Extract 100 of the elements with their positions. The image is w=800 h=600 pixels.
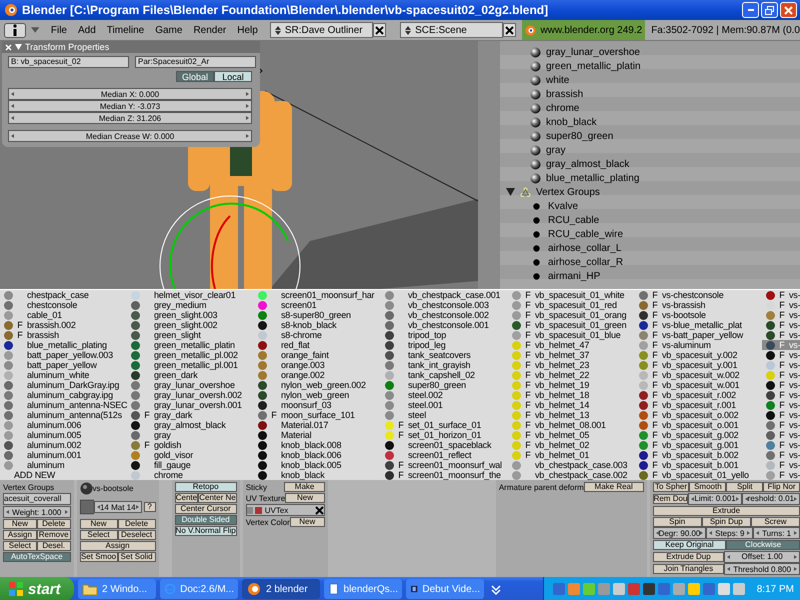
number-field[interactable]: Turns: 1: [753, 527, 800, 540]
button[interactable]: Set Solid: [118, 552, 156, 562]
menu-item[interactable]: F screen01_moonsurf_wal: [381, 460, 508, 470]
number-field[interactable]: 14 Mat 14: [94, 501, 142, 513]
toggle-button[interactable]: Local: [214, 71, 252, 82]
menu-item[interactable]: F vb_helmet_01: [508, 450, 635, 460]
menu-item[interactable]: F vb_helmet_02: [508, 440, 635, 450]
button[interactable]: Delete: [36, 519, 71, 529]
menu-item[interactable]: F vb_helmet_37: [508, 350, 635, 360]
menu-item[interactable]: tripod_top: [381, 330, 508, 340]
menu-item[interactable]: F vb_helmet_14: [508, 400, 635, 410]
outliner-item[interactable]: gray_lunar_overshoe: [546, 46, 640, 58]
crease-field[interactable]: Median Crease W: 0.000: [8, 130, 252, 142]
button[interactable]: Rem Dou: [652, 494, 688, 504]
number-field[interactable]: Threshold 0.800: [724, 563, 800, 576]
menu-item[interactable]: F vb_helmet_23: [508, 360, 635, 370]
menu-item[interactable]: vb_chestconsole.001: [381, 320, 508, 330]
menu-item[interactable]: F goldish: [127, 440, 254, 450]
menu-item[interactable]: green_metallic_pl.001: [127, 360, 254, 370]
button[interactable]: Remove: [36, 530, 71, 540]
menu-item[interactable]: F brassish: [0, 330, 127, 340]
button[interactable]: Make Real: [584, 482, 644, 492]
start-button[interactable]: start: [0, 577, 74, 600]
menu-item[interactable]: green_metallic_platin: [127, 340, 254, 350]
menu-item[interactable]: F vb_helmet_22: [508, 370, 635, 380]
menu-item[interactable]: batt_paper_yellow: [0, 360, 127, 370]
dropdown-field[interactable]: SR:Dave Outliner: [270, 22, 373, 38]
button[interactable]: Spin: [652, 516, 702, 526]
menu-item[interactable]: moonsurf_03: [254, 400, 381, 410]
delete-button[interactable]: [503, 23, 516, 37]
button[interactable]: Split: [726, 482, 764, 492]
button[interactable]: Join Triangles: [652, 564, 724, 574]
menu-item[interactable]: green_slight: [127, 330, 254, 340]
taskbar-button[interactable]: Debut Vide...: [406, 579, 484, 599]
outliner-item[interactable]: chrome: [546, 102, 580, 114]
menu-item[interactable]: F vs-: [762, 420, 800, 430]
menu-item[interactable]: screen01_spaceblack: [381, 440, 508, 450]
menu-item[interactable]: F vb_spacesuit_y.002: [635, 350, 762, 360]
menu-item[interactable]: screen01_moonsurf_har: [254, 290, 381, 300]
menu-item[interactable]: F vb_helmet_13: [508, 410, 635, 420]
outliner-item[interactable]: airhose_collar_L: [548, 242, 622, 254]
menu-item[interactable]: gray_lunar_oversh.002: [127, 390, 254, 400]
menu-item[interactable]: s8-super80_green: [254, 310, 381, 320]
menu-item[interactable]: F vb_spacesuit_w.001: [635, 380, 762, 390]
menu-item[interactable]: green_slight.003: [127, 310, 254, 320]
menu-item[interactable]: F vs-batt_paper_yellow: [635, 330, 762, 340]
number-field[interactable]: reshold: 0.01: [742, 492, 800, 505]
parent-field[interactable]: Par:Spacesuit02_Ar: [135, 56, 256, 68]
menu-item[interactable]: aluminum_cabgray.ipg: [0, 390, 127, 400]
menu-item[interactable]: F vb_spacesuit_01_green: [508, 320, 635, 330]
menu-item[interactable]: chestconsole: [0, 300, 127, 310]
menu-item[interactable]: chestpack_case: [0, 290, 127, 300]
menu-item[interactable]: F set_01_horizon_01: [381, 430, 508, 440]
menu-item[interactable]: fill_gauge: [127, 460, 254, 470]
menu-item[interactable]: F vb_helmet_08.001: [508, 420, 635, 430]
button[interactable]: Extrude Dup: [652, 552, 724, 562]
menu-item[interactable]: helmet_visor_clear01: [127, 290, 254, 300]
menu-item[interactable]: F vb_spacesuit_01_blue: [508, 330, 635, 340]
menu-item[interactable]: F vs-: [762, 330, 800, 340]
button[interactable]: Delete: [118, 519, 156, 529]
menu-item[interactable]: grey_medium: [127, 300, 254, 310]
outliner-item[interactable]: knob_black: [546, 116, 597, 128]
menu-item[interactable]: knob_black.005: [254, 460, 381, 470]
menu-item[interactable]: Material: [254, 430, 381, 440]
menu-item[interactable]: screen01_reflect: [381, 450, 508, 460]
close-button[interactable]: [780, 2, 797, 18]
menu-item[interactable]: F vb_helmet_05: [508, 430, 635, 440]
number-field[interactable]: Steps: 9: [706, 527, 754, 540]
button[interactable]: New: [80, 519, 118, 529]
menu-item[interactable]: chrome: [127, 470, 254, 480]
menu-item[interactable]: super80_green: [381, 380, 508, 390]
outliner-item[interactable]: white: [546, 74, 570, 86]
button[interactable]: Desel.: [36, 541, 71, 551]
outliner-item[interactable]: RCU_cable: [548, 214, 600, 226]
number-field[interactable]: Weight: 1.000: [3, 506, 71, 518]
expand-triangle-down-icon[interactable]: [506, 188, 515, 196]
menu-item[interactable]: gray_almost_black: [127, 420, 254, 430]
menu-item[interactable]: F vb_spacesuit_y.001: [635, 360, 762, 370]
maximize-button[interactable]: [761, 2, 778, 18]
menu-item[interactable]: green_dark: [127, 370, 254, 380]
menu-item[interactable]: batt_paper_yellow.003: [0, 350, 127, 360]
button[interactable]: Screw: [750, 516, 800, 526]
menu-item[interactable]: nylon_web_green: [254, 390, 381, 400]
menu-item[interactable]: F vs-: [762, 310, 800, 320]
menu-item[interactable]: F vb_helmet_18: [508, 390, 635, 400]
button[interactable]: Cente: [174, 493, 198, 503]
menu-item[interactable]: steel.002: [381, 390, 508, 400]
menu-item[interactable]: F gray_dark: [127, 410, 254, 420]
median-field[interactable]: Median X: 0.000: [8, 88, 252, 100]
menu-item[interactable]: F vs-blue_metallic_plat: [635, 320, 762, 330]
number-field[interactable]: Degr: 90.00: [652, 527, 706, 540]
menu-item[interactable]: F vb_spacesuit_01_yello: [635, 470, 762, 480]
menu-item[interactable]: tripod_leg: [381, 340, 508, 350]
menu-item[interactable]: nylon_web_green.002: [254, 380, 381, 390]
button[interactable]: Center Cursor: [174, 504, 237, 514]
menu-item[interactable]: tank_seatcovers: [381, 350, 508, 360]
menu-item[interactable]: s8-chrome: [254, 330, 381, 340]
uv-texture-field[interactable]: UVTex: [246, 504, 325, 516]
number-field[interactable]: Limit: 0.001: [688, 492, 742, 505]
outliner-item[interactable]: blue_metallic_plating: [546, 172, 640, 184]
